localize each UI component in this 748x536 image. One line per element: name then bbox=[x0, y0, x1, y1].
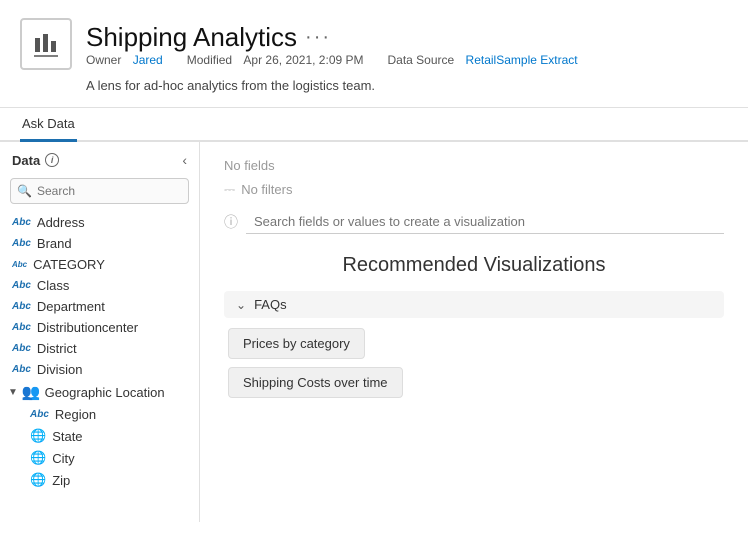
field-name: CATEGORY bbox=[33, 257, 105, 272]
field-name: Distributioncenter bbox=[37, 320, 138, 335]
viz-search-input[interactable] bbox=[246, 210, 724, 234]
content-area: No fields ⎓ No filters ⓘ Recommended Vis… bbox=[200, 142, 748, 522]
tab-ask-data[interactable]: Ask Data bbox=[20, 108, 77, 142]
field-type-icon: Abc bbox=[12, 301, 31, 312]
geo-sub-items: Abc Region 🌐 State 🌐 City 🌐 Zip bbox=[0, 404, 199, 491]
field-name: Brand bbox=[37, 236, 72, 251]
datasource-label: Data Source bbox=[388, 53, 455, 67]
list-item[interactable]: Abc Class bbox=[0, 275, 199, 296]
search-box: 🔍 bbox=[10, 178, 189, 204]
field-name: Region bbox=[55, 407, 96, 422]
dashboard-icon bbox=[20, 18, 72, 70]
info-circle-icon: ⓘ bbox=[224, 212, 238, 232]
main-layout: Data i ‹ 🔍 Abc Address Abc Brand Abc CAT… bbox=[0, 142, 748, 522]
faq-header[interactable]: ⌄ FAQs bbox=[236, 297, 712, 312]
header-description: A lens for ad-hoc analytics from the log… bbox=[20, 78, 728, 93]
sidebar: Data i ‹ 🔍 Abc Address Abc Brand Abc CAT… bbox=[0, 142, 200, 522]
owner-label: Owner bbox=[86, 53, 121, 67]
list-item[interactable]: 🌐 State bbox=[18, 425, 199, 447]
field-type-icon: Abc bbox=[30, 409, 49, 420]
list-item[interactable]: Abc Brand bbox=[0, 233, 199, 254]
globe-icon: 🌐 bbox=[30, 428, 46, 444]
list-item[interactable]: Abc Address bbox=[0, 212, 199, 233]
geo-group-icon: 👥 bbox=[22, 383, 41, 401]
datasource-value[interactable]: RetailSample Extract bbox=[466, 53, 578, 67]
faq-label: FAQs bbox=[254, 297, 287, 312]
page-title: Shipping Analytics bbox=[86, 22, 297, 53]
recommended-title: Recommended Visualizations bbox=[224, 254, 724, 277]
field-name: District bbox=[37, 341, 77, 356]
list-item[interactable]: Abc Department bbox=[0, 296, 199, 317]
list-item[interactable]: Abc Distributioncenter bbox=[0, 317, 199, 338]
viz-button-shipping-costs[interactable]: Shipping Costs over time bbox=[228, 367, 403, 398]
tab-bar: Ask Data bbox=[0, 108, 748, 142]
field-type-icon: Abc bbox=[12, 238, 31, 249]
more-menu-icon[interactable]: ··· bbox=[305, 26, 331, 49]
globe-icon: 🌐 bbox=[30, 450, 46, 466]
expand-icon: ▼ bbox=[8, 387, 18, 398]
list-item[interactable]: 🌐 City bbox=[18, 447, 199, 469]
search-icon: 🔍 bbox=[17, 184, 32, 198]
field-name: Department bbox=[37, 299, 105, 314]
header: Shipping Analytics ··· Owner Jared Modif… bbox=[0, 0, 748, 108]
list-item[interactable]: Abc CATEGORY bbox=[0, 254, 199, 275]
viz-button-prices-by-category[interactable]: Prices by category bbox=[228, 328, 365, 359]
field-type-icon: Abc bbox=[12, 343, 31, 354]
collapse-sidebar-button[interactable]: ‹ bbox=[182, 152, 187, 168]
field-type-icon: Abc bbox=[12, 280, 31, 291]
sidebar-title: Data i bbox=[12, 153, 59, 168]
geo-group-label: Geographic Location bbox=[45, 385, 165, 400]
header-meta: Owner Jared Modified Apr 26, 2021, 2:09 … bbox=[86, 53, 578, 67]
geo-group-header[interactable]: ▼ 👥 Geographic Location bbox=[0, 380, 199, 404]
field-name: State bbox=[52, 429, 82, 444]
list-item[interactable]: 🌐 Zip bbox=[18, 469, 199, 491]
field-name: Division bbox=[37, 362, 83, 377]
search-input[interactable] bbox=[10, 178, 189, 204]
modified-label: Modified bbox=[187, 53, 232, 67]
info-icon[interactable]: i bbox=[45, 153, 59, 167]
no-filters-label: ⎓ No filters bbox=[224, 181, 724, 198]
field-name: Zip bbox=[52, 473, 70, 488]
faq-chevron-icon: ⌄ bbox=[236, 298, 246, 312]
filter-icon: ⎓ bbox=[224, 181, 235, 198]
faq-section: ⌄ FAQs bbox=[224, 291, 724, 318]
geo-group: ▼ 👥 Geographic Location Abc Region 🌐 Sta… bbox=[0, 380, 199, 491]
field-name: City bbox=[52, 451, 74, 466]
field-type-icon: Abc bbox=[12, 217, 31, 228]
owner-value[interactable]: Jared bbox=[133, 53, 163, 67]
list-item[interactable]: Abc Region bbox=[18, 404, 199, 425]
field-type-icon: Abc bbox=[12, 364, 31, 375]
field-name: Class bbox=[37, 278, 70, 293]
field-type-icon: Abc bbox=[12, 322, 31, 333]
no-fields-label: No fields bbox=[224, 158, 724, 173]
field-name: Address bbox=[37, 215, 85, 230]
viz-search-row: ⓘ bbox=[224, 210, 724, 234]
list-item[interactable]: Abc Division bbox=[0, 359, 199, 380]
viz-buttons-list: Prices by category Shipping Costs over t… bbox=[224, 328, 724, 398]
globe-icon: 🌐 bbox=[30, 472, 46, 488]
list-item[interactable]: Abc District bbox=[0, 338, 199, 359]
field-type-icon: Abc bbox=[12, 260, 27, 269]
modified-value: Apr 26, 2021, 2:09 PM bbox=[243, 53, 363, 67]
